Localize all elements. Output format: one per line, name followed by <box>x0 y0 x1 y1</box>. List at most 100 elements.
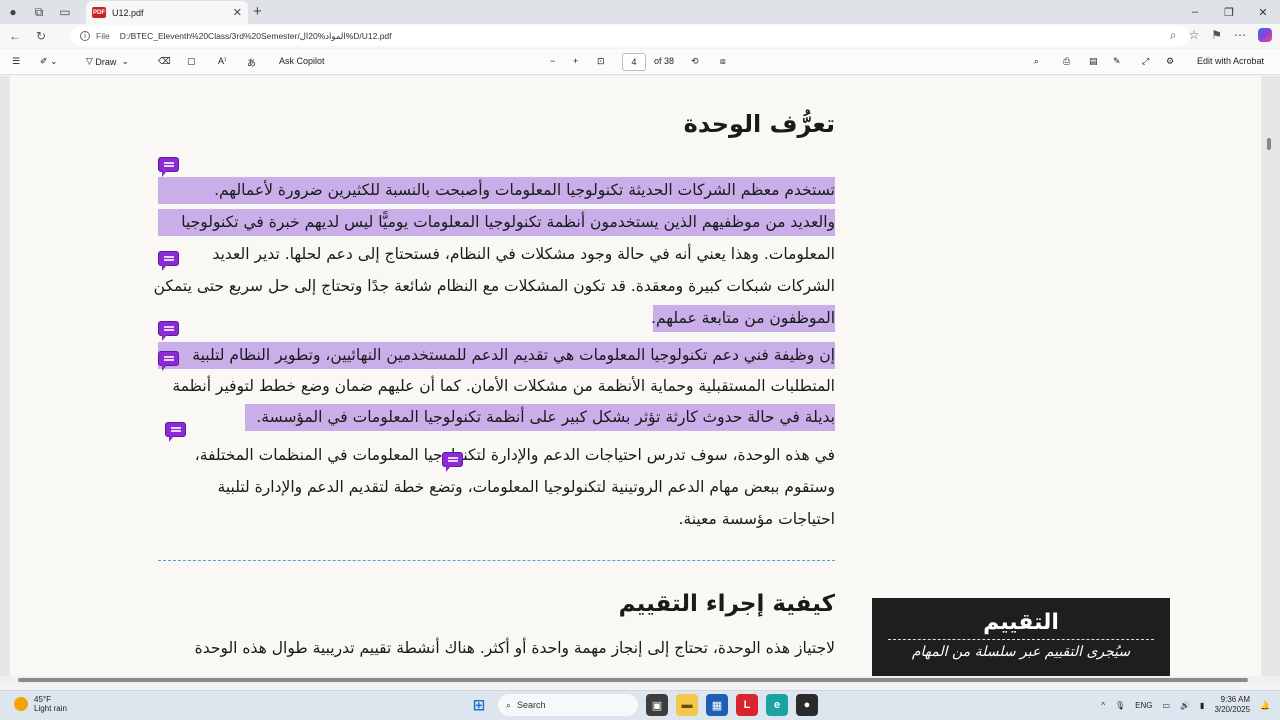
more-menu-icon[interactable]: ⋯ <box>1234 28 1246 43</box>
url-text[interactable]: D:/BTEC_Eleventh%20Class/3rd%20Semester/… <box>120 31 392 42</box>
para3-line1[interactable]: في هذه الوحدة، سوف تدرس احتياجات الدعم و… <box>195 442 835 469</box>
draw-button[interactable]: ▽ Draw ⌄ <box>86 56 129 67</box>
vertical-scroll-thumb[interactable] <box>1267 138 1271 150</box>
input-language[interactable]: ENG <box>1135 701 1152 710</box>
translate-icon[interactable]: あ <box>247 56 256 69</box>
tab-u12-pdf[interactable]: PDF U12.pdf ✕ <box>86 1 248 24</box>
read-aloud-icon[interactable]: A⁾ <box>218 56 226 67</box>
taskbar-apps: ⊞ ⌕ Search ▣ ▬ ▦ L e ● <box>468 694 818 716</box>
tab-title: U12.pdf <box>112 7 144 18</box>
zoom-out-icon[interactable]: − <box>550 56 555 66</box>
close-window-button[interactable]: ✕ <box>1246 0 1280 24</box>
url-field[interactable]: i File D:/BTEC_Eleventh%20Class/3rd%20Se… <box>70 26 1190 46</box>
notifications-bell-icon[interactable]: 🔔 <box>1260 701 1270 710</box>
para3-line3[interactable]: احتياجات مؤسسة معينة. <box>678 506 835 533</box>
para1-line1[interactable]: تستخدم معظم الشركات الحديثة تكنولوجيا ال… <box>158 177 835 204</box>
search-icon[interactable]: ⌕ <box>1034 56 1039 67</box>
pdf-page: تعرُّف الوحدة تستخدم معظم الشركات الحديث… <box>10 76 1261 676</box>
refresh-icon[interactable]: ↻ <box>30 29 52 43</box>
clock-date: 3/20/2025 <box>1214 705 1251 714</box>
pinned-app-icon[interactable]: ● <box>796 694 818 716</box>
fit-page-icon[interactable]: ⊡ <box>597 56 605 67</box>
address-bar-actions: ⌕ ☆ ⚑ ⋯ <box>1170 28 1272 43</box>
para4-line1[interactable]: لاجتياز هذه الوحدة، تحتاج إلى إنجاز مهمة… <box>195 635 835 662</box>
page-number-input[interactable]: 4 <box>622 53 646 71</box>
assessment-box: التقييم سيُجرى التقييم عبر سلسلة من المه… <box>872 598 1170 676</box>
comment-icon[interactable] <box>158 157 179 177</box>
network-icon[interactable]: ▭ <box>1163 701 1171 710</box>
pdf-viewport[interactable]: تعرُّف الوحدة تستخدم معظم الشركات الحديث… <box>0 76 1280 676</box>
info-icon[interactable]: i <box>80 31 90 41</box>
close-tab-icon[interactable]: ✕ <box>233 6 242 19</box>
show-hidden-icons-chevron-icon[interactable]: ^ <box>1101 701 1105 710</box>
print-icon[interactable]: ⎙ <box>1063 56 1070 67</box>
assessment-box-title: التقييم <box>983 610 1059 635</box>
add-text-icon[interactable]: ▢ <box>187 56 196 67</box>
weather-icon <box>14 697 28 711</box>
comment-icon[interactable] <box>165 422 186 442</box>
url-scheme-label: File <box>96 31 110 41</box>
store-icon[interactable]: ▦ <box>706 694 728 716</box>
section-heading-unit-intro: تعرُّف الوحدة <box>683 110 835 138</box>
comment-icon[interactable] <box>158 251 179 271</box>
clock[interactable]: 9:36 AM 3/20/2025 <box>1214 695 1250 715</box>
weather-condition: Light rain <box>34 704 67 713</box>
vertical-scrollbar[interactable] <box>1264 76 1274 676</box>
copilot-icon[interactable] <box>1258 28 1272 42</box>
ask-copilot-button[interactable]: Ask Copilot <box>279 56 325 66</box>
fullscreen-icon[interactable]: ⤢ <box>1142 56 1149 67</box>
para1-line3[interactable]: المعلومات. وهذا يعني أنه في حالة وجود مش… <box>212 241 835 268</box>
maximize-button[interactable]: ❐ <box>1212 0 1246 24</box>
weather-widget[interactable]: 45°F Light rain <box>14 695 67 713</box>
save-icon[interactable]: ▤ <box>1089 56 1098 67</box>
comment-icon[interactable] <box>442 452 463 472</box>
file-explorer-icon[interactable]: ▬ <box>676 694 698 716</box>
l-app-icon[interactable]: L <box>736 694 758 716</box>
microphone-icon[interactable]: 🎙 <box>1115 701 1125 710</box>
horizontal-scroll-thumb[interactable] <box>18 678 1248 682</box>
highlight-icon[interactable]: ✐ ⌄ <box>40 56 58 67</box>
edit-with-acrobat-button[interactable]: Edit with Acrobat <box>1197 56 1264 66</box>
horizontal-scrollbar[interactable] <box>0 676 1280 684</box>
task-view-icon[interactable]: ▣ <box>646 694 668 716</box>
profile-icon[interactable]: ● <box>0 0 26 24</box>
para2-line1[interactable]: إن وظيفة فني دعم تكنولوجيا المعلومات هي … <box>158 342 835 369</box>
settings-gear-icon[interactable]: ⚙ <box>1166 56 1174 67</box>
back-arrow-icon[interactable]: ← <box>4 29 26 43</box>
draw-label: Draw <box>95 56 117 67</box>
zoom-in-icon[interactable]: + <box>573 56 578 66</box>
draw-icon: ▽ <box>86 56 96 66</box>
minimize-button[interactable]: – <box>1178 0 1212 24</box>
rotate-icon[interactable]: ⟲ <box>691 56 699 67</box>
tab-actions-icon[interactable]: ▭ <box>52 0 78 24</box>
para3-line2[interactable]: وستقوم ببعض مهام الدعم الروتينية لتكنولو… <box>218 474 835 501</box>
new-tab-button[interactable]: + <box>253 3 262 20</box>
para1-line2[interactable]: والعديد من موظفيهم الذين يستخدمون أنظمة … <box>158 209 835 236</box>
search-icon: ⌕ <box>506 699 512 710</box>
section-divider <box>158 560 835 561</box>
para2-line2[interactable]: المتطلبات المستقبلية وحماية الأنظمة من م… <box>172 373 835 400</box>
windows-start-icon[interactable]: ⊞ <box>468 694 490 716</box>
assessment-box-rule <box>888 639 1154 640</box>
taskbar-search-label: Search <box>517 700 546 710</box>
battery-icon[interactable]: ▮ <box>1200 701 1204 710</box>
comment-icon[interactable] <box>158 351 179 371</box>
page-view-icon[interactable]: ⧈ <box>720 56 726 67</box>
page-total: of 38 <box>654 56 675 66</box>
edge-browser-icon[interactable]: e <box>766 694 788 716</box>
pdf-file-icon: PDF <box>92 7 106 18</box>
taskbar-search[interactable]: ⌕ Search <box>498 694 638 716</box>
comment-icon[interactable] <box>158 321 179 341</box>
para1-line5[interactable]: الموظفون من متابعة عملهم. <box>651 305 835 332</box>
favorite-star-icon[interactable]: ☆ <box>1188 28 1199 43</box>
save-as-icon[interactable]: ✎ <box>1113 56 1121 67</box>
para2-line3[interactable]: بديلة في حالة حدوث كارثة تؤثر بشكل كبير … <box>245 404 835 431</box>
eraser-icon[interactable]: ⌫ <box>158 56 171 67</box>
workspaces-icon[interactable]: ⧉ <box>26 0 52 24</box>
para1-line4[interactable]: الشركات شبكات كبيرة ومعقدة. قد تكون المش… <box>154 273 835 300</box>
extensions-icon[interactable]: ⚑ <box>1211 28 1222 43</box>
zoom-icon[interactable]: ⌕ <box>1170 28 1177 43</box>
chevron-down-icon: ⌄ <box>116 56 129 66</box>
contents-icon[interactable]: ☰ <box>12 56 20 67</box>
volume-icon[interactable]: 🔊 <box>1180 701 1190 710</box>
